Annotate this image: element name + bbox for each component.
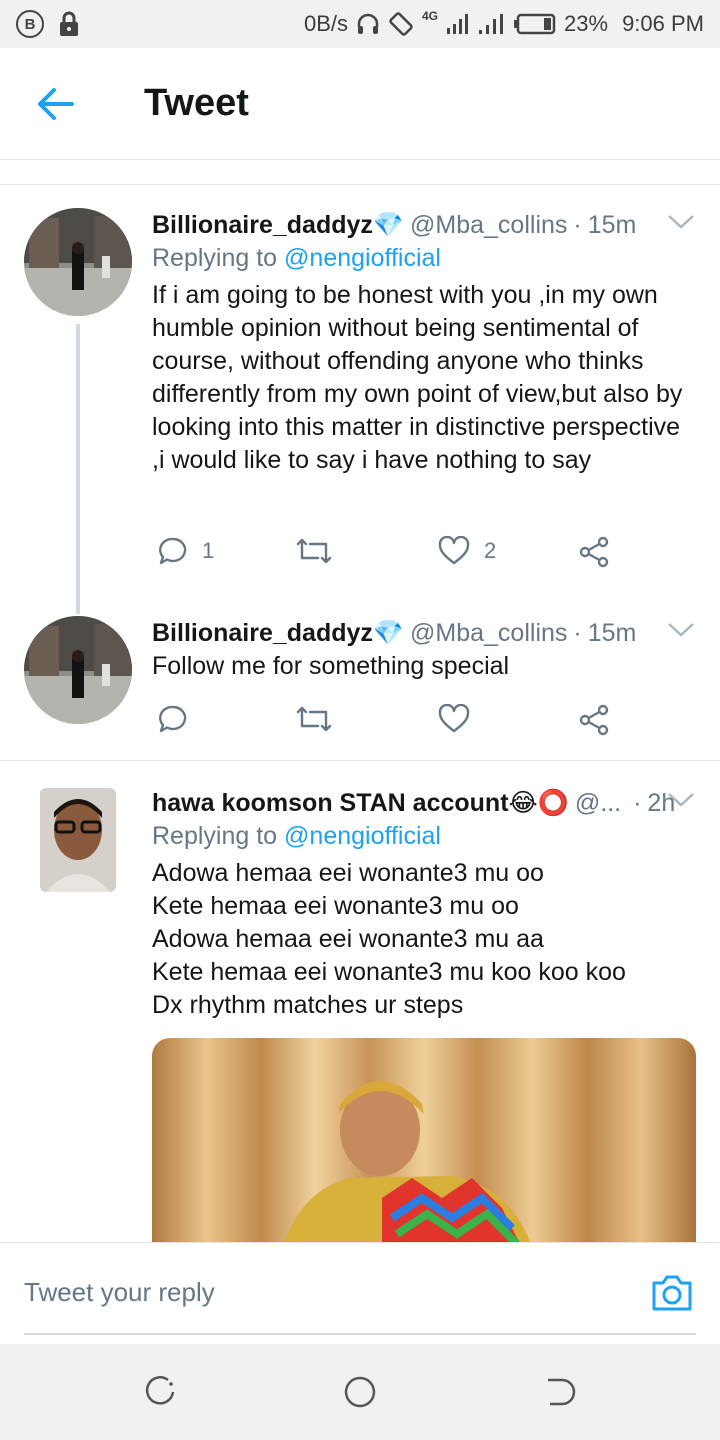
signal-icon-2 bbox=[479, 14, 504, 34]
avatar[interactable] bbox=[24, 786, 132, 894]
replying-to: Replying to @nengiofficial bbox=[152, 822, 696, 851]
reply-button[interactable]: 1 bbox=[158, 536, 214, 566]
headphones-icon bbox=[357, 13, 379, 34]
user-handle[interactable]: @... bbox=[575, 789, 621, 818]
home-icon[interactable] bbox=[342, 1374, 378, 1410]
back-nav-icon[interactable] bbox=[542, 1374, 578, 1410]
mention-link[interactable]: @nengiofficial bbox=[284, 244, 441, 272]
battery-percent: 23% bbox=[564, 11, 609, 36]
like-count: 2 bbox=[484, 538, 497, 563]
tweet-text: If i am going to be honest with you ,in … bbox=[152, 281, 683, 474]
user-handle[interactable]: @Mba_collins bbox=[410, 211, 567, 240]
divider bbox=[0, 760, 720, 761]
tweet-media-image[interactable] bbox=[152, 1038, 696, 1248]
clock: 9:06 PM bbox=[622, 11, 704, 36]
top-app-bar: Tweet bbox=[0, 48, 720, 160]
display-name[interactable]: Billionaire_daddyz💎 bbox=[152, 619, 404, 648]
divider bbox=[0, 184, 720, 185]
reply-composer: Tweet your reply bbox=[0, 1242, 720, 1344]
reply-button[interactable] bbox=[158, 704, 188, 734]
chevron-down-icon[interactable] bbox=[666, 212, 696, 232]
reply-icon bbox=[159, 537, 187, 565]
thread-line bbox=[76, 324, 80, 614]
reply-icon bbox=[159, 705, 187, 733]
tweet-actions: 1 2 bbox=[152, 536, 696, 576]
replying-prefix: Replying to bbox=[152, 244, 278, 272]
network-type: 4G bbox=[422, 9, 439, 23]
meta-separator: · bbox=[573, 618, 582, 647]
user-handle[interactable]: @Mba_collins bbox=[410, 619, 567, 648]
reply-input[interactable]: Tweet your reply bbox=[24, 1277, 215, 1308]
signal-icon bbox=[447, 14, 469, 34]
network-speed: 0B/s bbox=[303, 11, 348, 36]
lock-icon bbox=[60, 11, 78, 36]
system-nav-bar bbox=[0, 1344, 720, 1440]
meta-separator: · bbox=[573, 210, 582, 239]
avatar[interactable] bbox=[24, 616, 132, 724]
recent-apps-icon[interactable] bbox=[142, 1374, 178, 1410]
like-button[interactable] bbox=[438, 704, 470, 734]
meta-separator: · bbox=[633, 788, 642, 817]
timestamp: 15m bbox=[587, 210, 637, 239]
timestamp: 15m bbox=[587, 618, 637, 647]
input-underline bbox=[24, 1333, 696, 1335]
retweet-icon bbox=[296, 538, 332, 564]
display-name[interactable]: Billionaire_daddyz💎 bbox=[152, 211, 404, 240]
avatar[interactable] bbox=[24, 208, 132, 316]
arrow-left-icon bbox=[38, 87, 74, 120]
retweet-icon bbox=[296, 706, 332, 732]
back-button[interactable] bbox=[0, 48, 112, 160]
mention-link[interactable]: @nengiofficial bbox=[284, 822, 441, 850]
tweet-text: Adowa hemaa eei wonante3 mu oo Kete hema… bbox=[152, 859, 626, 1019]
tweet-text: Follow me for something special bbox=[152, 652, 510, 680]
battery-icon bbox=[514, 13, 556, 35]
like-button[interactable]: 2 bbox=[438, 536, 496, 566]
replying-to: Replying to @nengiofficial bbox=[152, 244, 696, 273]
retweet-button[interactable] bbox=[296, 536, 332, 566]
share-icon bbox=[579, 536, 609, 568]
share-icon bbox=[579, 704, 609, 736]
rotate-icon bbox=[389, 12, 413, 36]
share-button[interactable] bbox=[578, 536, 610, 568]
chevron-down-icon[interactable] bbox=[666, 620, 696, 640]
heart-icon bbox=[438, 704, 470, 733]
chevron-down-icon[interactable] bbox=[666, 790, 696, 810]
page-title: Tweet bbox=[144, 82, 249, 124]
reply-count: 1 bbox=[202, 538, 215, 563]
status-bar: B 0B/s 4G 23% 9:06 PM bbox=[0, 0, 720, 48]
display-name[interactable]: hawa koomson STAN account😂⭕ bbox=[152, 788, 569, 818]
share-button[interactable] bbox=[578, 704, 610, 736]
heart-icon bbox=[438, 536, 470, 565]
app-b-icon: B bbox=[16, 10, 44, 38]
replying-prefix: Replying to bbox=[152, 822, 278, 850]
retweet-button[interactable] bbox=[296, 704, 332, 734]
tweet-actions bbox=[152, 704, 696, 744]
camera-icon[interactable] bbox=[650, 1273, 694, 1313]
